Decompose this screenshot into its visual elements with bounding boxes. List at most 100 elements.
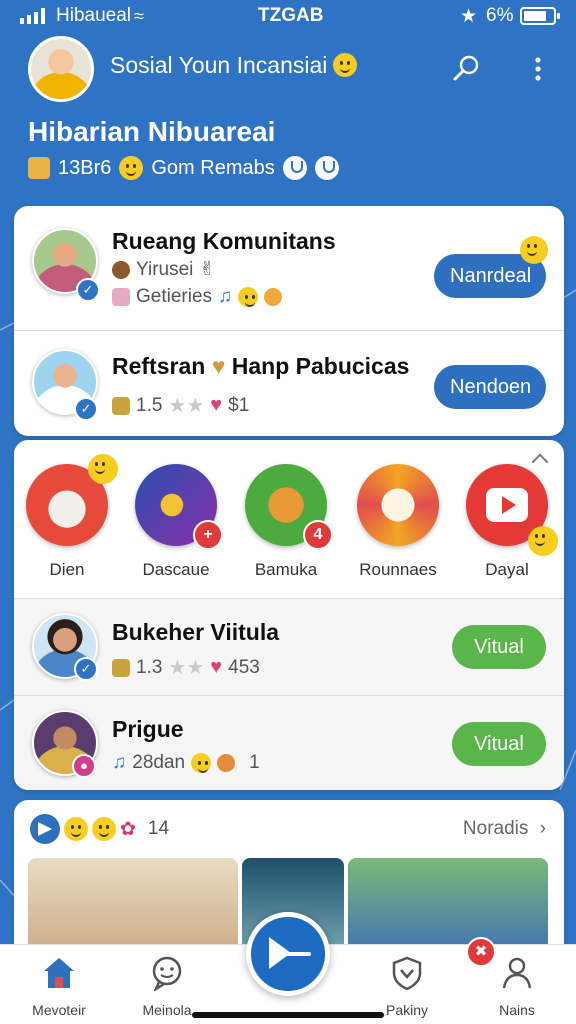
smile-emoji-icon — [191, 753, 212, 773]
follow-button[interactable]: Nendoen — [434, 365, 546, 409]
verified-badge-icon: ✓ — [74, 657, 98, 681]
star-icon: ★★ — [168, 395, 205, 417]
app-dascaue[interactable]: + Dascaue — [121, 464, 231, 580]
dog-app-icon — [26, 454, 118, 546]
smile-emoji-icon — [64, 817, 88, 841]
app-emoji — [528, 526, 558, 556]
app-emoji — [88, 454, 118, 484]
clock: TZGAB — [258, 5, 324, 26]
see-more-label: Noradis — [462, 818, 529, 839]
search-icon[interactable] — [448, 52, 482, 86]
heart-icon: ♥ — [210, 656, 223, 678]
apps-card: Dien + Dascaue 4 Bamuka Rounnaes Dayal ✓… — [14, 440, 564, 790]
nav-item-saved[interactable]: Pakiny — [352, 955, 462, 1018]
row-title-part: Reftsran — [112, 353, 206, 379]
see-more-link[interactable]: Noradis › — [463, 818, 546, 840]
smile-emoji-icon — [88, 454, 118, 484]
user-avatar[interactable] — [28, 36, 94, 102]
carrier-name: Hibaueal — [56, 5, 131, 26]
list-item[interactable]: ✓ Bukeher Viitula 1.3 ★★ ♥ 453 Vitual — [14, 599, 564, 695]
rating-value: 1.3 — [136, 656, 163, 678]
video-play-icon — [466, 464, 558, 556]
meta-text: 28dan — [132, 752, 186, 773]
header-title: Sosial Youn Incansiai — [110, 52, 358, 79]
sprout-icon: ✿ — [120, 818, 136, 840]
row-title: Rueang Komunitans — [112, 228, 336, 254]
signal-icon — [20, 8, 45, 24]
app-badge: + — [193, 520, 223, 550]
member-stat: 13Br6 — [58, 156, 112, 179]
app-label: Rounnaes — [359, 560, 437, 579]
row-title: Prigue — [112, 716, 184, 742]
row-title-part: Hanp Pabucicas — [231, 353, 410, 379]
user-icon — [112, 260, 130, 279]
nav-label: Mevoteir — [32, 1002, 86, 1018]
meta-text: Getieries — [136, 286, 213, 307]
row-meta: Yirusei ✌ — [112, 258, 215, 281]
group-icon — [28, 157, 50, 179]
battery-percent: 6% — [486, 5, 514, 26]
photo-thumbnail[interactable] — [28, 858, 238, 958]
nav-item-home[interactable]: Mevoteir — [4, 955, 114, 1018]
verified-badge-icon: ✓ — [76, 278, 100, 302]
app-label: Dascaue — [142, 560, 210, 579]
star-icon: ★★ — [168, 657, 205, 679]
virtual-button[interactable]: Vitual — [452, 722, 546, 766]
app-badge: 4 — [303, 520, 333, 550]
smile-emoji-icon — [520, 236, 548, 264]
row-title: Bukeher Viitula — [112, 619, 280, 645]
group-icon — [112, 658, 130, 677]
app-label: Dien — [49, 560, 85, 579]
music-icon: ♫ — [112, 752, 127, 773]
app-bamuka[interactable]: 4 Bamuka — [231, 464, 341, 580]
smile-emoji-icon — [238, 287, 259, 307]
wave-icon: ✌ — [199, 259, 216, 280]
chat-icon — [152, 956, 182, 993]
send-icon[interactable] — [30, 814, 60, 844]
list-item[interactable]: ✓ Rueang Komunitans Yirusei ✌ Getieries … — [14, 206, 564, 330]
wifi-icon: ≈ — [134, 6, 144, 26]
heart-icon: ♥ — [211, 353, 226, 379]
row-meta: Getieries ♫ — [112, 286, 283, 308]
list-item[interactable]: ✓ Reftsran ♥ Hanp Pabucicas 1.5 ★★ ♥ $1 … — [14, 331, 564, 436]
refresh-icon[interactable] — [282, 156, 307, 180]
count-value: 453 — [228, 656, 260, 678]
heart-icon: ♥ — [210, 394, 223, 416]
game-app-icon — [357, 464, 439, 546]
app-dayal[interactable]: Dayal — [452, 464, 562, 580]
home-indicator — [192, 1012, 384, 1018]
play-fab-button[interactable] — [246, 912, 330, 996]
app-rounnaes[interactable]: Rounnaes — [343, 464, 453, 580]
pet-icon — [217, 754, 236, 772]
photo-thumbnail[interactable] — [348, 858, 548, 958]
page-subtitle: Gom Remabs — [151, 156, 275, 179]
more-options-icon[interactable] — [528, 52, 548, 86]
status-badge-icon: ● — [72, 754, 96, 778]
meta-text: Yirusei — [136, 258, 194, 280]
smile-emoji-icon — [92, 817, 116, 841]
row-meta: 1.5 ★★ ♥ $1 — [112, 393, 249, 418]
nav-item-profile[interactable]: Nains ✖ — [462, 937, 572, 1018]
battery-icon — [520, 7, 560, 25]
feed-header: ✿ 14 — [30, 814, 169, 844]
count-value: 1 — [249, 752, 260, 773]
notification-badge-icon: ✖ — [466, 937, 496, 967]
row-meta: 1.3 ★★ ♥ 453 — [112, 655, 260, 680]
star-icon: ★ — [460, 6, 478, 27]
smile-emoji-icon — [119, 156, 144, 180]
smile-emoji-icon — [333, 52, 358, 77]
nav-item-chat[interactable]: Meinola — [112, 955, 222, 1018]
app-dien[interactable]: Dien — [14, 454, 122, 580]
virtual-button[interactable]: Vitual — [452, 625, 546, 669]
list-item[interactable]: ● Prigue ♫ 28dan 1 Vitual — [14, 696, 564, 790]
profile-icon — [502, 957, 532, 989]
calendar-icon — [112, 288, 130, 306]
group-icon — [112, 396, 130, 415]
pet-icon — [264, 288, 283, 306]
price-value: $1 — [228, 394, 250, 416]
community-card: ✓ Rueang Komunitans Yirusei ✌ Getieries … — [14, 206, 564, 436]
nav-label: Nains — [499, 1002, 535, 1018]
download-icon[interactable] — [314, 156, 339, 180]
music-icon: ♫ — [218, 286, 233, 307]
row-meta: ♫ 28dan 1 — [112, 752, 260, 774]
